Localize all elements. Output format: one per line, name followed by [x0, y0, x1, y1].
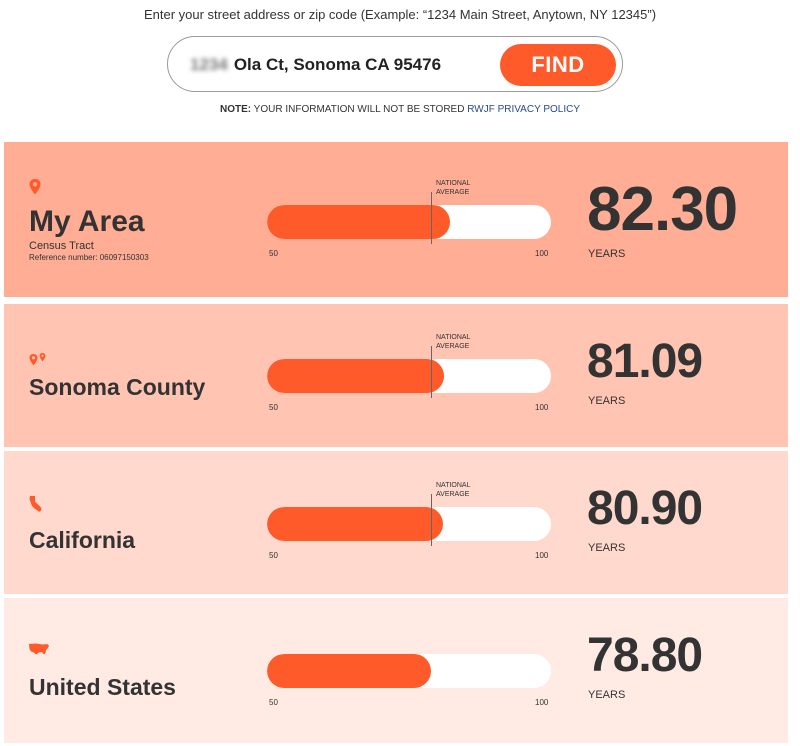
region-name: Sonoma County — [29, 374, 206, 400]
axis-max-label: 100 — [535, 551, 549, 560]
axis-max-label: 100 — [535, 698, 549, 707]
value-unit: YEARS — [588, 689, 626, 701]
bar-fill — [267, 359, 444, 393]
life-expectancy-bar — [267, 507, 551, 541]
region-subtitle: Census Tract — [29, 240, 94, 252]
life-expectancy-bar — [267, 205, 551, 239]
national-average-marker — [431, 192, 432, 244]
value-unit: YEARS — [588, 542, 626, 554]
life-expectancy-bar — [267, 359, 551, 393]
axis-min-label: 50 — [269, 551, 278, 560]
axis-min-label: 50 — [269, 698, 278, 707]
address-input[interactable]: 1234 Ola Ct, Sonoma CA 95476 — [190, 51, 490, 79]
national-average-marker — [431, 346, 432, 398]
value-unit: YEARS — [588, 395, 626, 407]
search-instructions: Enter your street address or zip code (E… — [143, 7, 657, 22]
region-panel-my-area: My Area Census Tract Reference number: 0… — [4, 142, 788, 297]
region-panel-sonoma-county: Sonoma County NATIONAL AVERAGE 50 100 81… — [4, 304, 788, 447]
axis-max-label: 100 — [535, 249, 549, 258]
map-pin-icon — [28, 178, 42, 201]
national-average-marker — [431, 494, 432, 546]
find-button[interactable]: FIND — [500, 44, 616, 86]
axis-max-label: 100 — [535, 403, 549, 412]
national-average-label: NATIONAL AVERAGE — [436, 180, 471, 196]
address-blurred-part: 1234 — [190, 55, 228, 74]
region-name: My Area — [29, 205, 145, 238]
region-name: California — [29, 527, 136, 553]
note-prefix: NOTE: — [219, 104, 252, 115]
bar-fill — [267, 205, 450, 239]
life-expectancy-value: 78.80 — [587, 629, 703, 682]
california-icon — [28, 495, 44, 518]
region-panel-united-states: United States 50 100 78.80 YEARS — [4, 598, 788, 743]
axis-min-label: 50 — [269, 403, 278, 412]
axis-min-label: 50 — [269, 249, 278, 258]
national-average-label: NATIONAL AVERAGE — [436, 334, 471, 350]
region-name: United States — [29, 674, 176, 700]
reference-number: Reference number: 06097150303 — [29, 253, 149, 262]
bar-fill — [267, 654, 431, 688]
value-unit: YEARS — [588, 248, 626, 260]
national-average-label: NATIONAL AVERAGE — [436, 482, 471, 498]
bar-fill — [267, 507, 443, 541]
life-expectancy-bar — [267, 654, 551, 688]
map-pins-icon — [28, 352, 48, 373]
privacy-policy-link[interactable]: RWJF PRIVACY POLICY — [467, 104, 580, 115]
address-value: Ola Ct, Sonoma CA 95476 — [233, 55, 442, 74]
region-panel-california: California NATIONAL AVERAGE 50 100 80.90… — [4, 451, 788, 594]
privacy-note: NOTE: YOUR INFORMATION WILL NOT BE STORE… — [0, 104, 800, 115]
life-expectancy-value: 82.30 — [587, 175, 738, 244]
usa-map-icon — [28, 642, 50, 661]
address-search-box: 1234 Ola Ct, Sonoma CA 95476 FIND — [167, 36, 623, 92]
life-expectancy-value: 80.90 — [587, 482, 703, 535]
note-text: YOUR INFORMATION WILL NOT BE STORED — [251, 104, 468, 115]
life-expectancy-value: 81.09 — [587, 335, 703, 388]
